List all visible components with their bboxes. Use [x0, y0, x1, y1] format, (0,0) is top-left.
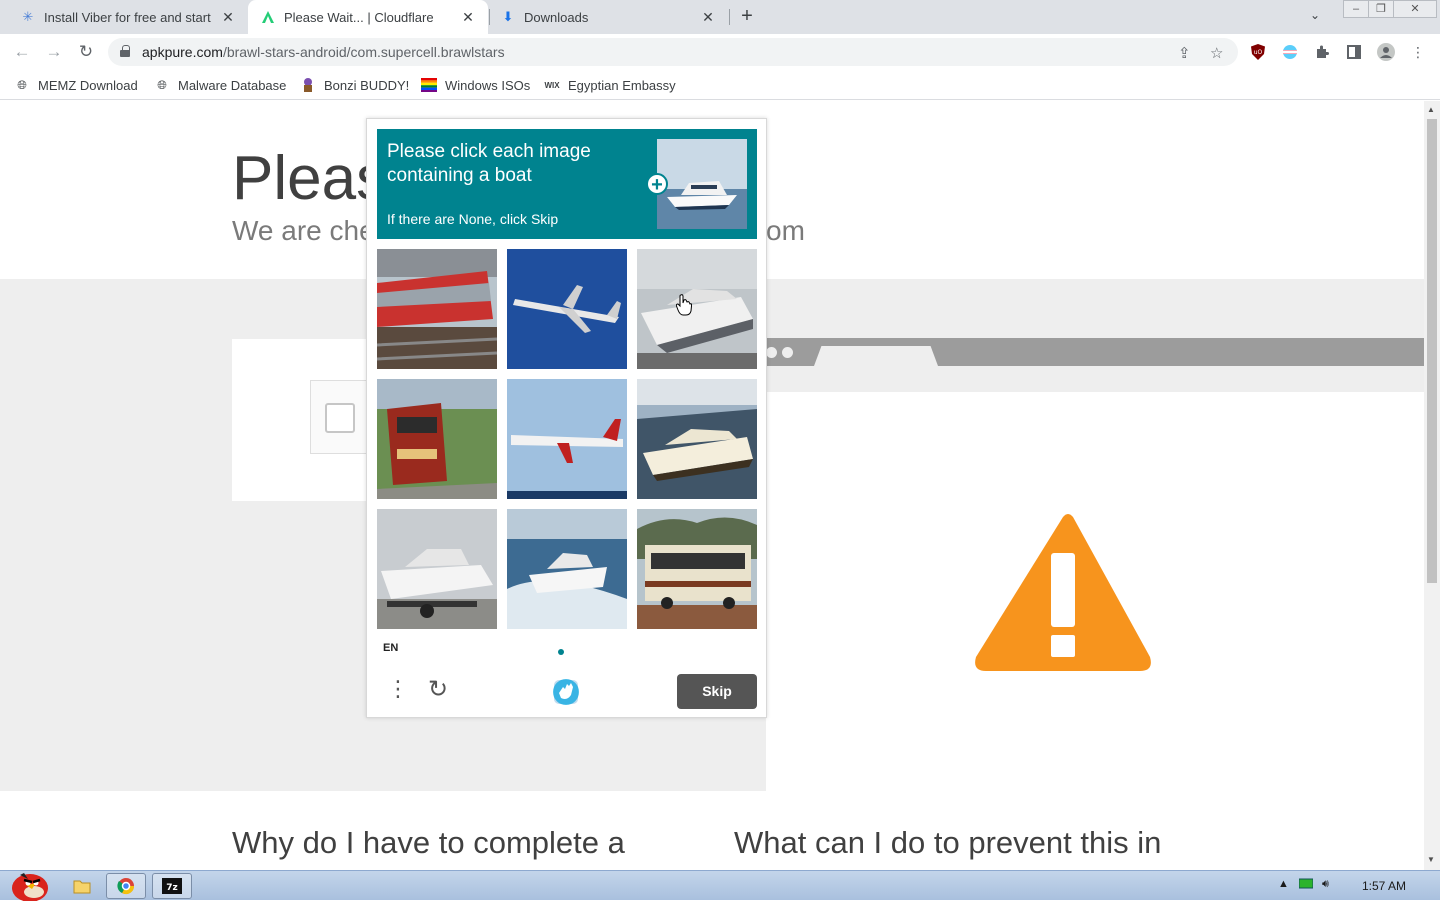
tab-downloads[interactable]: ⬇ Downloads ✕	[488, 0, 728, 34]
tile-boat[interactable]	[377, 509, 497, 629]
example-expand-icon[interactable]: +	[646, 173, 668, 195]
hand-cursor-icon	[675, 294, 693, 321]
forward-button[interactable]: →	[44, 42, 64, 62]
globe-icon: 🌐︎	[17, 77, 27, 92]
side-panel-icon[interactable]	[1345, 43, 1363, 61]
scroll-up-arrow-icon[interactable]: ▲	[1427, 105, 1435, 114]
bookmark-windows-isos[interactable]: Windows ISOs	[421, 77, 530, 93]
rainbow-flag-icon	[421, 77, 437, 93]
page-subtitle: We are che	[232, 215, 375, 246]
bookmark-malware-database[interactable]: 🌐︎ Malware Database	[154, 77, 286, 93]
wix-icon: WIX	[544, 80, 560, 90]
chrome-menu-icon[interactable]: ⋮	[1409, 43, 1427, 61]
bookmark-star-icon[interactable]: ☆	[1210, 44, 1223, 62]
page-scrollbar[interactable]: ▲ ▼	[1424, 101, 1440, 870]
bookmark-bonzi-buddy[interactable]: Bonzi BUDDY!	[300, 77, 409, 93]
svg-text:7z: 7z	[166, 883, 178, 893]
tab-title: Downloads	[524, 9, 589, 25]
hcaptcha-challenge: Please click each image containing a boa…	[366, 118, 767, 718]
language-selector[interactable]: EN	[383, 642, 398, 654]
page-indicator-dot	[558, 649, 564, 655]
browser-toolbar: ← → ↻ apkpure.com/brawl-stars-android/co…	[0, 34, 1440, 70]
example-image-boat[interactable]	[657, 139, 747, 229]
url-text[interactable]: apkpure.com/brawl-stars-android/com.supe…	[142, 44, 505, 60]
bookmark-egyptian-embassy[interactable]: WIX Egyptian Embassy	[544, 77, 675, 93]
ublock-icon[interactable]: uO	[1249, 43, 1267, 61]
page-subtitle-end: om	[766, 215, 805, 246]
back-button[interactable]: ←	[12, 42, 32, 62]
7zip-taskbar-icon[interactable]: 7z	[152, 873, 192, 899]
viber-snowflake-icon: ✳	[22, 9, 34, 24]
address-bar[interactable]: apkpure.com/brawl-stars-android/com.supe…	[108, 38, 1238, 66]
taskbar-clock[interactable]: 1:57 AM	[1362, 879, 1406, 893]
window-controls: – ❐ ✕	[1343, 0, 1437, 18]
minimize-button[interactable]: –	[1343, 0, 1369, 18]
close-tab-icon[interactable]: ✕	[460, 9, 476, 25]
tile-airplane[interactable]	[507, 379, 627, 499]
challenge-prompt: Please click each image containing a boa…	[387, 141, 591, 186]
tab-title: Please Wait... | Cloudflare	[284, 9, 434, 25]
restore-button[interactable]: ❐	[1368, 0, 1394, 18]
svg-text:uO: uO	[1254, 49, 1263, 56]
tile-boat[interactable]	[637, 249, 757, 369]
refresh-icon[interactable]: ↻	[425, 677, 451, 703]
tile-boat[interactable]	[507, 509, 627, 629]
challenge-header: Please click each image containing a boa…	[377, 129, 757, 239]
reload-button[interactable]: ↻	[76, 42, 96, 62]
apkpure-icon	[260, 9, 276, 25]
browser-illustration	[766, 338, 1424, 366]
new-tab-button[interactable]: +	[736, 6, 758, 28]
faq-section	[0, 791, 1424, 870]
scroll-thumb[interactable]	[1427, 119, 1437, 583]
scroll-down-arrow-icon[interactable]: ▼	[1427, 855, 1435, 864]
close-tab-icon[interactable]: ✕	[220, 9, 236, 25]
faq-question-right: What can I do to prevent this in	[734, 825, 1162, 860]
verify-checkbox[interactable]	[325, 403, 355, 433]
tab-title: Install Viber for free and start	[44, 9, 211, 25]
tab-search-chevron-icon[interactable]: ⌄	[1310, 8, 1320, 22]
tile-airplane[interactable]	[507, 249, 627, 369]
network-icon[interactable]	[1298, 878, 1314, 893]
menu-dots-icon[interactable]: ⋮	[387, 677, 409, 703]
warning-icon	[972, 511, 1154, 678]
extensions-puzzle-icon[interactable]	[1313, 43, 1331, 61]
hcaptcha-logo-icon[interactable]	[549, 675, 583, 709]
tray-expand-icon[interactable]: ▲	[1278, 878, 1289, 890]
taskbar: 7z ▲ 🔊︎ 1:57 AM	[0, 870, 1440, 901]
globe-icon: 🌐︎	[157, 77, 167, 92]
image-grid	[377, 249, 757, 629]
faq-question-left: Why do I have to complete a	[232, 825, 625, 860]
extension-flag-icon[interactable]	[1281, 43, 1299, 61]
challenge-hint: If there are None, click Skip	[387, 211, 559, 227]
bookmark-memz[interactable]: 🌐︎ MEMZ Download	[14, 77, 138, 93]
bonzi-icon	[300, 77, 316, 93]
profile-avatar-icon[interactable]	[1377, 43, 1395, 61]
start-button-angry-bird-icon[interactable]	[4, 873, 52, 901]
volume-icon[interactable]: 🔊︎	[1322, 878, 1329, 891]
download-icon: ⬇	[502, 9, 514, 24]
lock-icon[interactable]	[120, 45, 130, 57]
bookmarks-bar: 🌐︎ MEMZ Download 🌐︎ Malware Database Bonzi…	[0, 70, 1440, 100]
tab-cloudflare[interactable]: Please Wait... | Cloudflare ✕	[248, 0, 488, 34]
file-explorer-icon[interactable]	[62, 873, 102, 899]
tile-bus[interactable]	[637, 509, 757, 629]
tab-strip: ✳ Install Viber for free and start ✕ Ple…	[0, 0, 1440, 34]
share-icon[interactable]: ⇪	[1178, 44, 1191, 62]
skip-button[interactable]: Skip	[677, 674, 757, 709]
chrome-taskbar-icon[interactable]	[106, 873, 146, 899]
close-window-button[interactable]: ✕	[1393, 0, 1437, 18]
close-tab-icon[interactable]: ✕	[700, 9, 716, 25]
tile-train[interactable]	[377, 249, 497, 369]
tab-viber[interactable]: ✳ Install Viber for free and start ✕	[8, 0, 248, 34]
tile-boat[interactable]	[637, 379, 757, 499]
tile-train[interactable]	[377, 379, 497, 499]
